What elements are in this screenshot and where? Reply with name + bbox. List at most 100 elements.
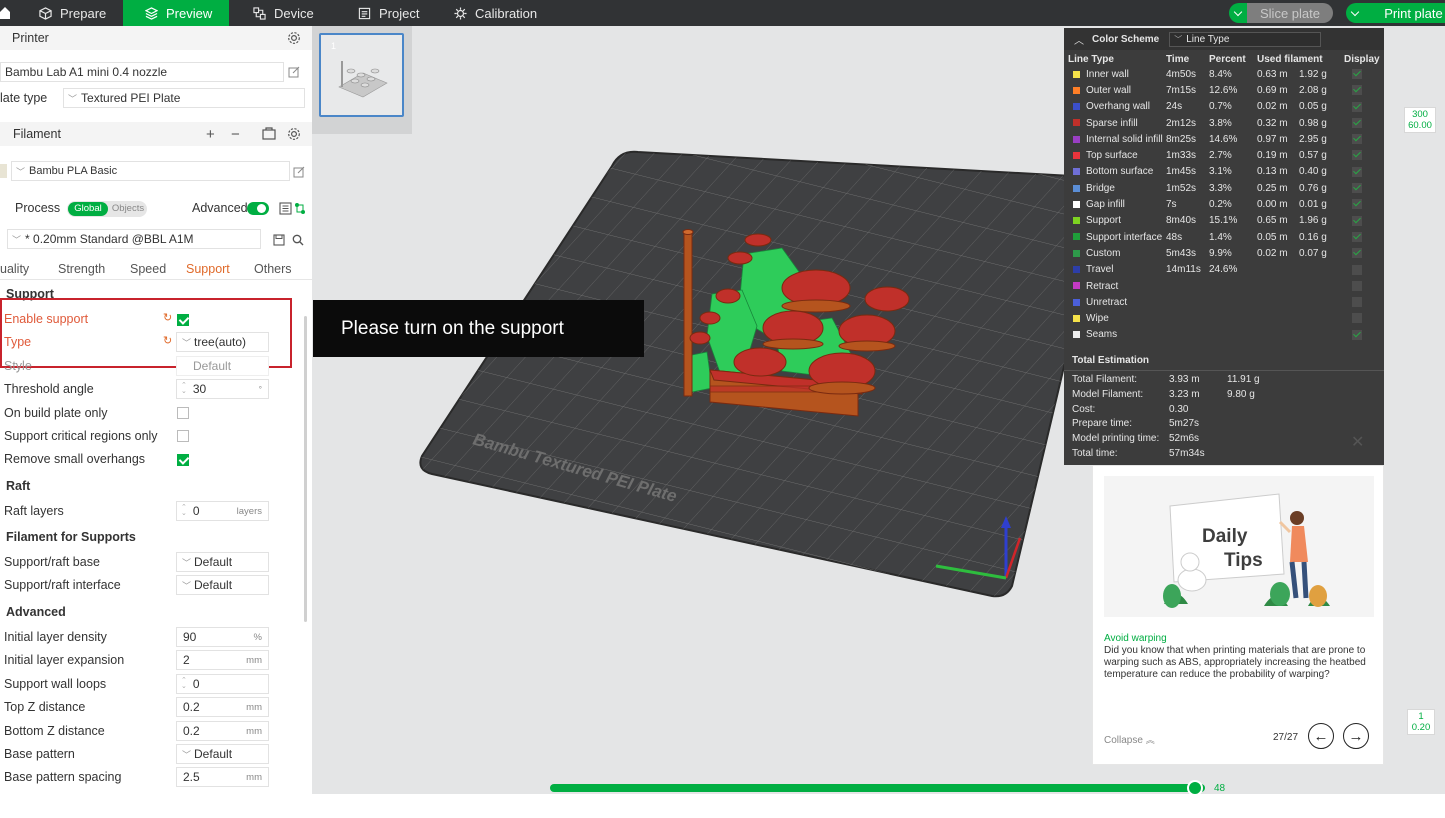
estimation-value-secondary: 11.91 g <box>1227 374 1260 385</box>
line-type-name: Gap infill <box>1086 199 1125 211</box>
display-toggle-checkbox[interactable] <box>1352 280 1362 291</box>
display-toggle-checkbox[interactable] <box>1352 166 1362 177</box>
tab-strength[interactable]: Strength <box>58 262 105 276</box>
filament-sync-icon[interactable] <box>262 127 276 141</box>
spinner-icon[interactable]: ⌃ ⌄ <box>177 382 187 395</box>
initial-layer-density-value: 90 <box>183 630 197 644</box>
gear-icon[interactable] <box>287 31 301 45</box>
enable-support-checkbox[interactable] <box>177 314 189 326</box>
support-type-select[interactable]: ﹀ tree(auto) <box>176 332 269 352</box>
display-toggle-checkbox[interactable] <box>1352 248 1362 259</box>
plate-type-select[interactable]: ﹀ Textured PEI Plate <box>63 88 305 108</box>
slice-plate-group: Slice plate <box>1229 3 1333 23</box>
display-toggle-checkbox[interactable] <box>1352 85 1362 96</box>
gear-icon[interactable] <box>287 127 301 141</box>
threshold-angle-input[interactable]: ⌃ ⌄ 30 ° <box>176 379 269 399</box>
line-time <box>1166 278 1209 294</box>
display-toggle-checkbox[interactable] <box>1352 313 1362 324</box>
legend-row: Unretract <box>1068 294 1384 310</box>
display-toggle-checkbox[interactable] <box>1352 199 1362 210</box>
slice-dropdown-button[interactable] <box>1229 3 1247 23</box>
add-filament-icon[interactable]: + <box>206 126 215 143</box>
home-icon[interactable] <box>0 5 10 19</box>
reset-icon[interactable]: ↻ <box>163 311 172 324</box>
compare-icon[interactable] <box>294 202 306 215</box>
filament-select[interactable]: ﹀ Bambu PLA Basic <box>11 161 290 181</box>
initial-layer-expansion-input[interactable]: 2 mm <box>176 650 269 670</box>
raft-base-select[interactable]: ﹀ Default <box>176 552 269 572</box>
remove-small-overhangs-checkbox[interactable] <box>177 454 189 466</box>
support-style-label: Style <box>4 359 32 373</box>
legend-row: Overhang wall 24s 0.7% 0.02 m 0.05 g <box>1068 99 1384 115</box>
initial-layer-density-input[interactable]: 90 % <box>176 627 269 647</box>
tab-preview[interactable]: Preview <box>123 0 229 26</box>
legend-row: Retract <box>1068 278 1384 294</box>
display-toggle-checkbox[interactable] <box>1352 117 1362 128</box>
list-icon[interactable] <box>279 202 292 215</box>
tab-speed[interactable]: Speed <box>130 262 166 276</box>
display-toggle-checkbox[interactable] <box>1352 329 1362 340</box>
horizontal-slider-handle[interactable] <box>1187 780 1203 796</box>
tab-support[interactable]: Support <box>186 262 230 276</box>
display-toggle-checkbox[interactable] <box>1352 134 1362 145</box>
tab-device[interactable]: Device <box>229 0 332 26</box>
tab-quality[interactable]: uality <box>0 262 29 276</box>
calibration-icon <box>454 6 467 20</box>
print-plate-button[interactable]: Print plate <box>1364 3 1445 23</box>
col-line-type: Line Type <box>1068 53 1114 65</box>
display-toggle-checkbox[interactable] <box>1352 231 1362 242</box>
support-wall-loops-input[interactable]: ⌃ ⌄ 0 <box>176 674 269 694</box>
top-z-distance-input[interactable]: 0.2 mm <box>176 697 269 717</box>
filament-color-swatch[interactable] <box>0 164 7 178</box>
collapse-tips-button[interactable]: Collapse ︽ <box>1104 733 1155 746</box>
process-tabs: uality Strength Speed Support Others <box>0 260 312 280</box>
display-toggle-checkbox[interactable] <box>1352 215 1362 226</box>
previous-tip-button[interactable]: ← <box>1308 723 1334 749</box>
critical-regions-checkbox[interactable] <box>177 430 189 442</box>
print-dropdown-button[interactable] <box>1346 3 1364 23</box>
display-toggle-checkbox[interactable] <box>1352 183 1362 194</box>
display-toggle-checkbox[interactable] <box>1352 297 1362 308</box>
display-toggle-checkbox[interactable] <box>1352 264 1362 275</box>
toggle-objects[interactable]: Objects <box>109 202 147 216</box>
next-tip-button[interactable]: → <box>1343 723 1369 749</box>
raft-layers-input[interactable]: ⌃ ⌄ 0 layers <box>176 501 269 521</box>
display-toggle-checkbox[interactable] <box>1352 101 1362 112</box>
printer-select[interactable]: Bambu Lab A1 mini 0.4 nozzle <box>0 62 284 82</box>
tab-prepare[interactable]: Prepare <box>26 0 123 26</box>
line-time: 1m52s <box>1166 182 1197 194</box>
spinner-icon[interactable]: ⌃ ⌄ <box>177 504 187 517</box>
support-style-select[interactable]: Default <box>176 356 269 376</box>
line-percent: 12.6% <box>1209 84 1238 96</box>
base-pattern-select[interactable]: ﹀ Default <box>176 744 269 764</box>
spinner-icon[interactable]: ⌃ ⌄ <box>177 677 187 690</box>
advanced-switch[interactable] <box>247 202 269 215</box>
process-preset-select[interactable]: ﹀ * 0.20mm Standard @BBL A1M <box>7 229 261 249</box>
close-icon[interactable]: ✕ <box>1351 432 1364 452</box>
sidebar-scrollbar[interactable] <box>304 316 307 622</box>
color-scheme-select[interactable]: ﹀ Line Type <box>1169 31 1322 47</box>
slice-plate-button[interactable]: Slice plate <box>1247 3 1333 23</box>
collapse-up-icon[interactable]: ︿ <box>1074 32 1084 47</box>
edit-icon[interactable] <box>288 66 300 78</box>
line-color-swatch <box>1073 168 1080 176</box>
raft-interface-select[interactable]: ﹀ Default <box>176 575 269 595</box>
reset-icon[interactable]: ↻ <box>163 334 172 347</box>
tab-project[interactable]: Project <box>332 0 428 26</box>
display-toggle-checkbox[interactable] <box>1352 69 1362 79</box>
display-toggle-checkbox[interactable] <box>1352 150 1362 161</box>
edit-icon[interactable] <box>293 166 305 178</box>
horizontal-move-slider[interactable] <box>550 784 1205 792</box>
tab-calibration[interactable]: Calibration <box>428 0 558 26</box>
line-color-swatch <box>1073 151 1080 159</box>
bottom-z-distance-input[interactable]: 0.2 mm <box>176 721 269 741</box>
search-icon[interactable] <box>292 234 304 246</box>
tab-others[interactable]: Others <box>254 262 292 276</box>
base-pattern-spacing-input[interactable]: 2.5 mm <box>176 767 269 787</box>
global-objects-toggle[interactable]: Global Objects <box>67 201 147 217</box>
estimation-key: Prepare time: <box>1072 418 1133 430</box>
toggle-global[interactable]: Global <box>68 202 108 216</box>
build-plate-only-checkbox[interactable] <box>177 407 189 419</box>
remove-filament-icon[interactable]: − <box>231 126 240 143</box>
save-icon[interactable] <box>273 234 285 246</box>
